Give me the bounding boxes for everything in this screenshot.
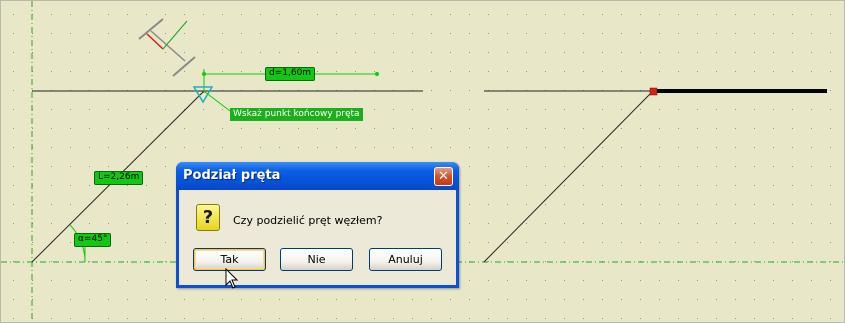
- selected-node[interactable]: [649, 87, 658, 96]
- dialog-titlebar[interactable]: Podział pręta ✕: [176, 162, 459, 190]
- cancel-button[interactable]: Anuluj: [369, 248, 442, 271]
- question-icon: ?: [196, 204, 220, 231]
- length-label: L=2,26m: [94, 171, 144, 185]
- mouse-cursor-icon: [225, 268, 239, 289]
- dialog-body: ? Czy podzielić pręt węzłem? Tak Nie Anu…: [179, 190, 456, 285]
- dimension-end-point: [375, 72, 379, 76]
- hint-tooltip: Wskaż punkt końcowy pręta: [230, 108, 363, 121]
- close-button[interactable]: ✕: [434, 167, 453, 186]
- split-member-dialog: Podział pręta ✕ ? Czy podzielić pręt węz…: [176, 162, 459, 288]
- angle-label: α=45°: [74, 233, 112, 247]
- no-button[interactable]: Nie: [280, 248, 353, 271]
- dimension-label: d=1,60m: [265, 67, 316, 81]
- dialog-message: Czy podzielić pręt węzłem?: [233, 214, 383, 227]
- close-icon: ✕: [438, 169, 449, 184]
- dialog-title: Podział pręta: [183, 168, 281, 183]
- dimension-start-point: [202, 72, 206, 76]
